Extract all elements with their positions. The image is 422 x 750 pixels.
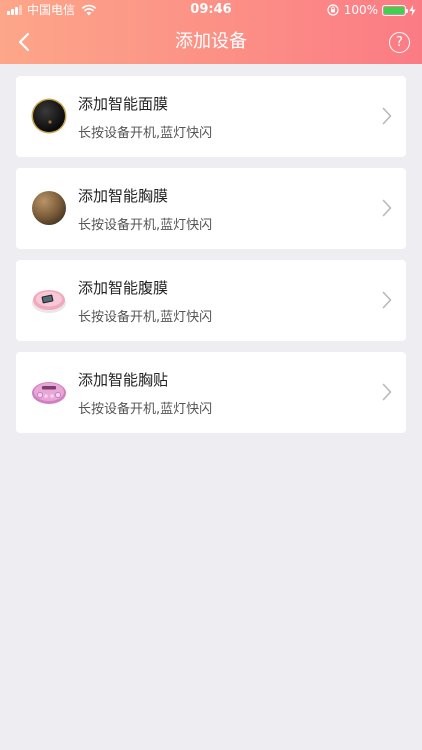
device-title: 添加智能胸贴 [78, 371, 169, 389]
device-subtitle: 长按设备开机,蓝灯快闪 [78, 218, 213, 233]
device-card-chest-patch[interactable]: 添加智能胸贴 长按设备开机,蓝灯快闪 [16, 352, 406, 433]
device-card-chest-mask[interactable]: 添加智能胸膜 长按设备开机,蓝灯快闪 [16, 168, 406, 249]
device-list: 添加智能面膜 长按设备开机,蓝灯快闪 添加智能胸膜 长按设备开机,蓝灯快闪 添加… [0, 64, 422, 433]
chevron-right-icon [382, 107, 392, 125]
device-title: 添加智能腹膜 [78, 279, 169, 297]
face-mask-device-icon [31, 98, 67, 134]
chest-mask-device-icon [32, 191, 66, 225]
battery-percent: 100% [343, 3, 378, 17]
device-card-belly-mask[interactable]: 添加智能腹膜 长按设备开机,蓝灯快闪 [16, 260, 406, 341]
status-right: 100% [327, 0, 416, 20]
question-circle-icon: ? [396, 35, 403, 50]
device-title: 添加智能胸膜 [78, 187, 169, 205]
nav-bar: 添加设备 ? [0, 20, 422, 64]
device-subtitle: 长按设备开机,蓝灯快闪 [78, 402, 213, 417]
chevron-right-icon [382, 199, 392, 217]
device-card-face-mask[interactable]: 添加智能面膜 长按设备开机,蓝灯快闪 [16, 76, 406, 157]
chevron-right-icon [382, 291, 392, 309]
chevron-right-icon [382, 383, 392, 401]
battery-icon [382, 4, 408, 16]
device-subtitle: 长按设备开机,蓝灯快闪 [78, 126, 213, 141]
chest-patch-device-icon [32, 382, 66, 404]
help-button[interactable]: ? [389, 32, 410, 53]
device-title: 添加智能面膜 [78, 95, 169, 113]
header: 中国电信 09:46 100% 添加设备 ? [0, 0, 422, 64]
page-title: 添加设备 [175, 31, 247, 52]
charging-bolt-icon [409, 4, 416, 16]
belly-mask-device-icon [32, 290, 66, 313]
device-subtitle: 长按设备开机,蓝灯快闪 [78, 310, 213, 325]
status-bar: 中国电信 09:46 100% [0, 0, 422, 20]
rotation-lock-icon [327, 4, 339, 16]
